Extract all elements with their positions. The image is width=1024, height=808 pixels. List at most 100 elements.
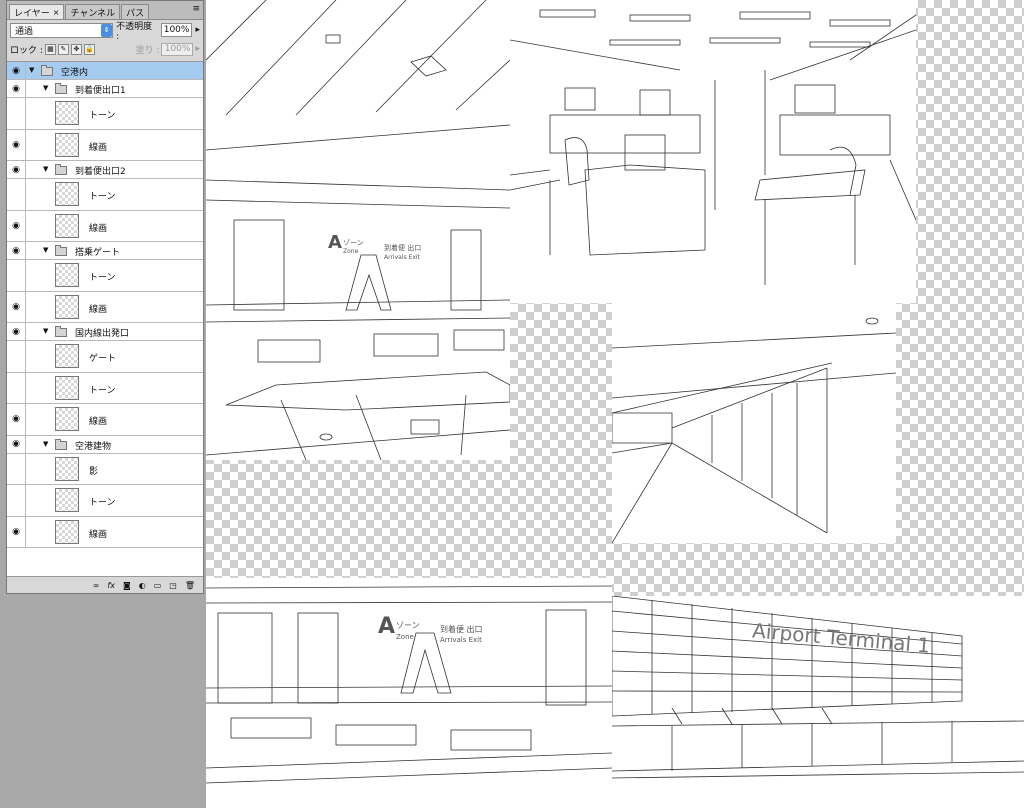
layer-row[interactable]: 影: [7, 453, 203, 485]
exit-jp-small: 到着便 出口: [384, 244, 422, 252]
layer-name: トーン: [89, 192, 116, 202]
expand-triangle-icon[interactable]: ▼: [43, 84, 48, 92]
layer-name: トーン: [89, 498, 116, 508]
zone-label-large: Zone: [396, 633, 414, 641]
visibility-eye-icon[interactable]: [7, 179, 26, 210]
tab-layers[interactable]: レイヤー ×: [9, 4, 65, 19]
lock-pixels-icon[interactable]: ✎: [57, 43, 69, 55]
layer-thumbnail: [55, 456, 79, 481]
layer-row[interactable]: ◉ 線画: [7, 129, 203, 161]
layer-row[interactable]: トーン: [7, 372, 203, 404]
visibility-eye-icon[interactable]: [7, 453, 26, 484]
layer-thumbnail: [55, 407, 79, 431]
lock-position-icon[interactable]: ✥: [70, 43, 82, 55]
layer-row[interactable]: トーン: [7, 179, 203, 211]
layer-name: 線画: [89, 304, 108, 315]
layer-thumbnail: [55, 132, 79, 157]
visibility-eye-icon[interactable]: [7, 485, 26, 516]
fill-label: 塗り :: [135, 45, 160, 56]
visibility-eye-icon[interactable]: ◉: [7, 210, 26, 241]
visibility-eye-icon[interactable]: ◉: [7, 242, 26, 259]
close-icon[interactable]: ×: [53, 8, 60, 17]
visibility-eye-icon[interactable]: ◉: [7, 323, 26, 340]
artwork-office: [510, 0, 916, 303]
layer-group-row[interactable]: ◉ ▼ 到着便出口2: [7, 161, 203, 179]
visibility-eye-icon[interactable]: [7, 372, 26, 403]
visibility-eye-icon[interactable]: ◉: [7, 404, 26, 435]
expand-triangle-icon[interactable]: ▼: [43, 246, 48, 254]
layer-group-row[interactable]: ◉ ▼ 空港内: [7, 62, 203, 80]
mask-icon[interactable]: ◙: [123, 581, 131, 590]
layer-row[interactable]: トーン: [7, 260, 203, 292]
blend-mode-value: 通過: [15, 26, 34, 37]
expand-triangle-icon[interactable]: ▼: [29, 66, 34, 74]
layer-group-row[interactable]: ◉ ▼ 国内線出発口: [7, 323, 203, 341]
folder-icon: [55, 438, 67, 450]
layer-thumbnail: [55, 294, 79, 319]
visibility-eye-icon[interactable]: ◉: [7, 80, 26, 97]
layer-group-row[interactable]: ◉ ▼ 搭乗ゲート: [7, 242, 203, 260]
visibility-eye-icon[interactable]: ◉: [7, 161, 26, 178]
visibility-eye-icon[interactable]: ◉: [7, 62, 26, 79]
panel-tabs: レイヤー × チャンネル パス ≡: [7, 1, 203, 20]
visibility-eye-icon[interactable]: [7, 98, 26, 129]
visibility-eye-icon[interactable]: ◉: [7, 516, 26, 547]
document-canvas[interactable]: A ゾーン Zone 到着便 出口 Arrivals Exit A ゾーン Zo…: [206, 0, 1024, 808]
fx-icon[interactable]: fx: [107, 581, 115, 590]
tab-channels[interactable]: チャンネル: [65, 4, 121, 19]
layer-thumbnail: [55, 263, 79, 287]
layer-group-row[interactable]: ◉ ▼ 到着便出口1: [7, 80, 203, 98]
layer-row[interactable]: ゲート: [7, 341, 203, 373]
expand-triangle-icon[interactable]: ▼: [43, 327, 48, 335]
zone-kana-large: ゾーン: [396, 621, 420, 630]
layer-thumbnail: [55, 213, 79, 238]
folder-icon: [55, 164, 67, 175]
opacity-slider-arrow-icon[interactable]: ▸: [195, 25, 200, 35]
layer-row[interactable]: ◉ 線画: [7, 210, 203, 242]
visibility-eye-icon[interactable]: ◉: [7, 435, 26, 453]
layer-name: ゲート: [89, 354, 117, 364]
layer-name: トーン: [89, 385, 116, 396]
layer-row[interactable]: トーン: [7, 485, 203, 517]
layer-thumbnail: [55, 488, 79, 512]
visibility-eye-icon[interactable]: [7, 260, 26, 291]
fill-slider-arrow-icon[interactable]: ▸: [195, 44, 200, 54]
adjustment-icon[interactable]: ◐: [139, 581, 146, 590]
visibility-eye-icon[interactable]: [7, 341, 26, 372]
fill-field[interactable]: 100%: [161, 42, 194, 56]
expand-triangle-icon[interactable]: ▼: [43, 440, 48, 448]
layer-name: 国内線出発口: [75, 329, 130, 339]
new-layer-icon[interactable]: ◳: [169, 581, 177, 590]
link-icon[interactable]: ∞: [93, 581, 100, 590]
layer-name: 線画: [89, 529, 108, 540]
layer-name: 到着便出口1: [75, 86, 126, 96]
blend-mode-select[interactable]: 通過 ⇕: [10, 22, 114, 38]
lock-transparency-icon[interactable]: ▦: [44, 43, 56, 55]
panel-menu-icon[interactable]: ≡: [192, 4, 200, 14]
layer-row[interactable]: ◉ 線画: [7, 404, 203, 436]
visibility-eye-icon[interactable]: ◉: [7, 129, 26, 160]
layer-thumbnail: [55, 101, 79, 125]
layer-thumbnail: [55, 182, 79, 206]
visibility-eye-icon[interactable]: ◉: [7, 291, 26, 322]
layer-name: 線画: [89, 142, 108, 153]
tab-paths-label: パス: [126, 8, 145, 19]
opacity-field[interactable]: 100%: [160, 23, 193, 37]
zone-kana-small: ゾーン: [343, 239, 364, 247]
layer-row[interactable]: ◉ 線画: [7, 291, 203, 323]
lock-all-icon[interactable]: 🔒: [83, 43, 95, 55]
layer-name: 線画: [89, 417, 108, 427]
layer-name: トーン: [89, 111, 116, 121]
layer-thumbnail: [55, 375, 79, 400]
artwork-terminal-exterior: Airport Terminal 1: [612, 596, 1024, 808]
layer-group-row[interactable]: ◉ ▼ 空港建物: [7, 435, 203, 454]
tab-paths[interactable]: パス: [121, 4, 150, 19]
expand-triangle-icon[interactable]: ▼: [43, 165, 48, 173]
new-group-icon[interactable]: ▭: [154, 581, 162, 590]
folder-icon: [55, 326, 67, 337]
artwork-gate-corridor: [612, 303, 896, 543]
layer-row[interactable]: トーン: [7, 98, 203, 130]
layer-row[interactable]: ◉ 線画: [7, 516, 203, 548]
layer-name: 搭乗ゲート: [75, 248, 121, 258]
trash-icon[interactable]: 🗑: [185, 581, 195, 590]
